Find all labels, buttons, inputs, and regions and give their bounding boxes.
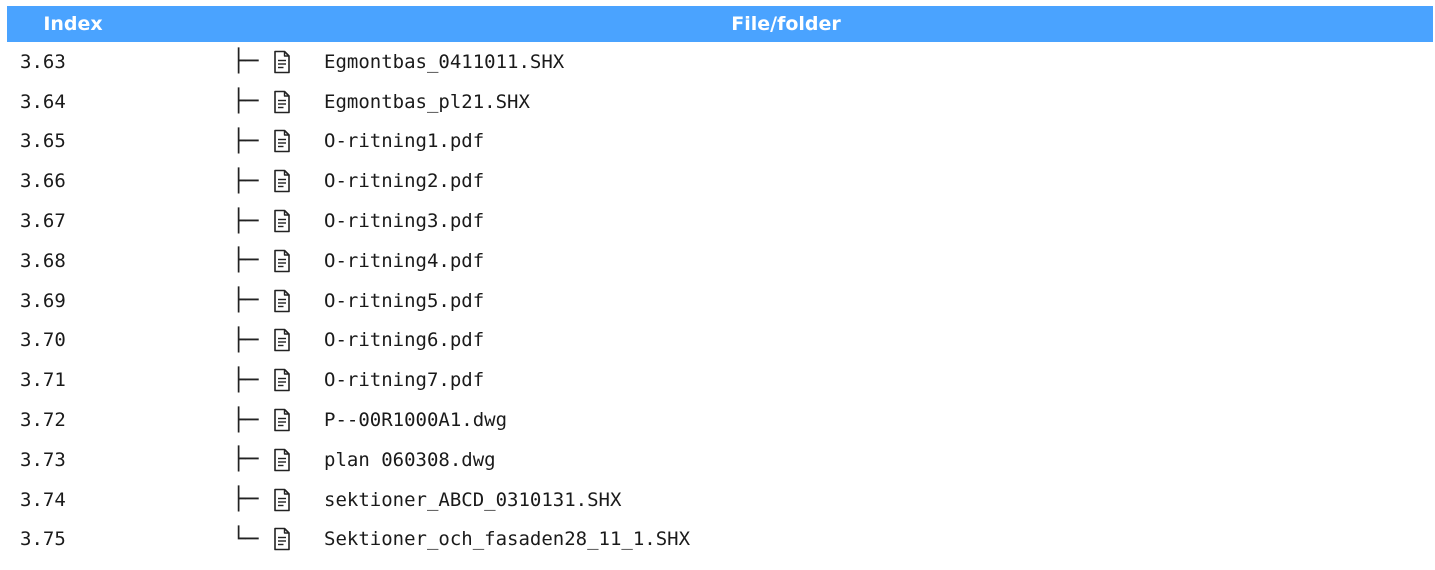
file-icon [272,488,316,512]
file-icon [272,209,316,233]
table-row[interactable]: 3.70 ├─ O-ritning6.pdf [7,321,1433,361]
file-name: Egmontbas_0411011.SHX [324,50,565,73]
file-icon [272,289,316,313]
column-header-index: Index [43,13,103,35]
file-name: O-ritning5.pdf [324,289,485,312]
file-icon [272,249,316,273]
file-icon [272,328,316,352]
file-icon [272,129,316,153]
table-row[interactable]: 3.69 ├─ O-ritning5.pdf [7,281,1433,321]
file-icon [272,408,316,432]
row-index: 3.72 [20,409,66,432]
table-row[interactable]: 3.73 ├─ plan 060308.dwg [7,440,1433,480]
file-name: P--00R1000A1.dwg [324,409,508,432]
tree-branch-connector: ├─ [232,487,259,513]
table-body: 3.63 ├─ Egmontbas_0411011.SHX 3.64 ├─ Eg… [7,42,1433,559]
tree-branch-connector: ├─ [232,327,259,353]
file-icon [272,50,316,74]
row-index: 3.71 [20,369,66,392]
table-row[interactable]: 3.72 ├─ P--00R1000A1.dwg [7,400,1433,440]
table-header: Index File/folder [7,6,1433,42]
file-table: Index File/folder 3.63 ├─ Egmontbas_0411… [7,6,1433,559]
file-name: O-ritning1.pdf [324,130,485,153]
file-name: sektioner_ABCD_0310131.SHX [324,488,622,511]
tree-branch-connector: └─ [232,526,259,552]
tree-branch-connector: ├─ [232,288,259,314]
table-row[interactable]: 3.65 ├─ O-ritning1.pdf [7,122,1433,162]
file-name: plan 060308.dwg [324,448,496,471]
file-icon [272,448,316,472]
file-name: O-ritning6.pdf [324,329,485,352]
file-name: O-ritning2.pdf [324,170,485,193]
tree-branch-connector: ├─ [232,89,259,115]
tree-branch-connector: ├─ [232,128,259,154]
row-index: 3.73 [20,448,66,471]
row-index: 3.68 [20,249,66,272]
file-icon [272,368,316,392]
file-name: O-ritning7.pdf [324,369,485,392]
row-index: 3.69 [20,289,66,312]
table-row[interactable]: 3.66 ├─ O-ritning2.pdf [7,161,1433,201]
tree-branch-connector: ├─ [232,49,259,75]
table-row[interactable]: 3.71 ├─ O-ritning7.pdf [7,360,1433,400]
row-index: 3.63 [20,50,66,73]
row-index: 3.65 [20,130,66,153]
column-header-file-folder: File/folder [731,13,841,35]
file-name: O-ritning3.pdf [324,210,485,233]
file-name: Sektioner_och_fasaden28_11_1.SHX [324,528,691,551]
tree-branch-connector: ├─ [232,248,259,274]
table-row[interactable]: 3.63 ├─ Egmontbas_0411011.SHX [7,42,1433,82]
file-name: Egmontbas_pl21.SHX [324,90,530,113]
table-row[interactable]: 3.64 ├─ Egmontbas_pl21.SHX [7,82,1433,122]
row-index: 3.64 [20,90,66,113]
row-index: 3.75 [20,528,66,551]
row-index: 3.70 [20,329,66,352]
table-row[interactable]: 3.67 ├─ O-ritning3.pdf [7,201,1433,241]
tree-branch-connector: ├─ [232,407,259,433]
table-row[interactable]: 3.75 └─ Sektioner_och_fasaden28_11_1.SHX [7,520,1433,560]
row-index: 3.66 [20,170,66,193]
table-row[interactable]: 3.68 ├─ O-ritning4.pdf [7,241,1433,281]
file-name: O-ritning4.pdf [324,249,485,272]
row-index: 3.74 [20,488,66,511]
tree-branch-connector: ├─ [232,168,259,194]
file-icon [272,527,316,551]
tree-branch-connector: ├─ [232,208,259,234]
file-icon [272,90,316,114]
file-icon [272,169,316,193]
table-row[interactable]: 3.74 ├─ sektioner_ABCD_0310131.SHX [7,480,1433,520]
row-index: 3.67 [20,210,66,233]
tree-branch-connector: ├─ [232,367,259,393]
tree-branch-connector: ├─ [232,447,259,473]
